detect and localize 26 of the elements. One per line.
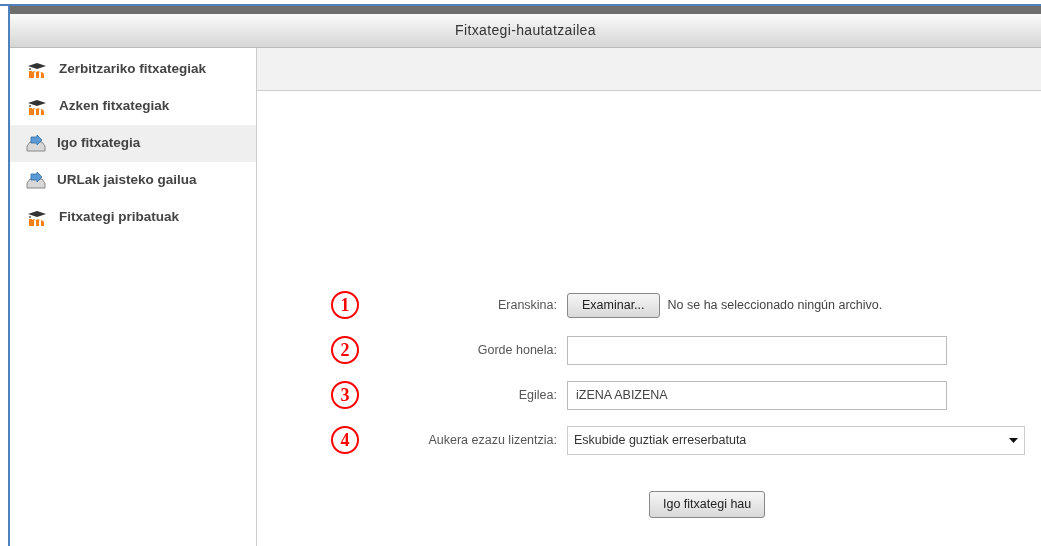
sidebar-item[interactable]: Fitxategi pribatuak	[10, 199, 256, 236]
step-number: 1	[331, 291, 359, 319]
mortarboard-m-icon	[26, 98, 48, 115]
step-number: 4	[331, 426, 359, 454]
tray-arrow-icon	[26, 134, 46, 153]
sidebar-item[interactable]: Igo fitxategia	[10, 125, 256, 162]
sidebar-item[interactable]: URLak jaisteko gailua	[10, 162, 256, 199]
field-label: Aukera ezazu lizentzia:	[427, 431, 558, 449]
mortarboard-m-icon	[26, 209, 48, 226]
mortarboard-m-icon	[26, 61, 48, 78]
text-field[interactable]	[567, 335, 947, 365]
field-label: Eranskina:	[496, 296, 558, 314]
sidebar-item[interactable]: Azken fitxategiak	[10, 88, 256, 125]
dialog-title: Fitxategi-hautatzailea	[10, 14, 1041, 48]
step-number: 3	[331, 381, 359, 409]
step-number: 2	[331, 336, 359, 364]
file-status: No se ha seleccionado ningún archivo.	[667, 296, 883, 314]
text-field[interactable]: iZENA ABIZENA	[567, 380, 947, 410]
upload-button[interactable]: Igo fitxategi hau	[649, 491, 766, 518]
caret-icon	[1009, 437, 1018, 443]
field-label: Egilea:	[517, 386, 558, 404]
field-label: Gorde honela:	[476, 341, 558, 359]
sidebar-item[interactable]: Zerbitzariko fitxategiak	[10, 51, 256, 88]
license-dropdown[interactable]: Eskubide guztiak erreserbatuta	[567, 425, 1025, 455]
browse-button[interactable]: Examinar...	[567, 292, 660, 318]
tray-arrow-icon	[26, 171, 46, 190]
